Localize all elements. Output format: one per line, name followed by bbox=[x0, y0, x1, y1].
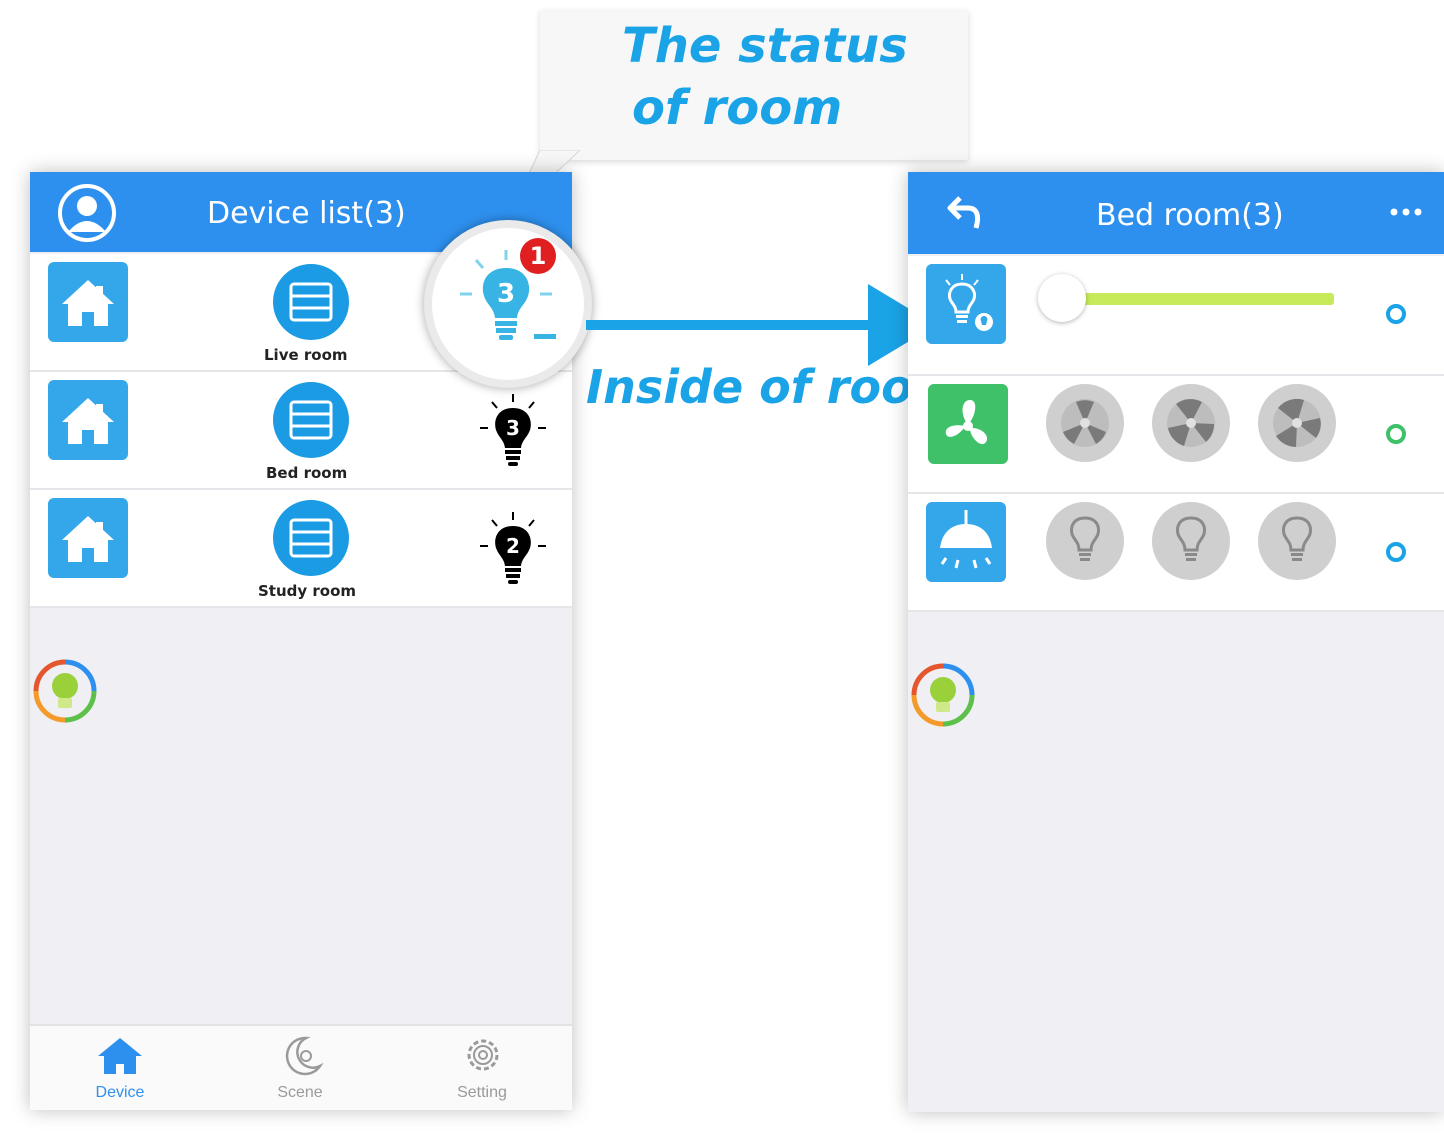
bulb-button[interactable] bbox=[1258, 502, 1336, 580]
tab-scene[interactable]: Scene bbox=[250, 1030, 350, 1110]
slider-track bbox=[1058, 293, 1334, 305]
fan-speed-1-icon bbox=[1061, 399, 1109, 447]
more-button[interactable] bbox=[1388, 202, 1424, 227]
more-icon bbox=[1390, 208, 1422, 216]
tab-bar: Device Scene Setting bbox=[30, 1024, 572, 1110]
fan-icon bbox=[928, 384, 1008, 464]
room-name: Bed room bbox=[266, 464, 348, 482]
device-row-dimmer bbox=[908, 256, 1444, 376]
magnified-status: 3 1 bbox=[424, 220, 592, 388]
home-icon bbox=[48, 262, 128, 342]
status-indicator bbox=[1386, 424, 1406, 444]
room-header: Bed room(3) bbox=[908, 172, 1444, 254]
lit-bulb-icon: 3 bbox=[460, 250, 556, 340]
home-icon bbox=[48, 498, 128, 578]
brightness-slider[interactable] bbox=[1038, 274, 1338, 324]
device-row-ceiling-light bbox=[908, 494, 1444, 612]
slider-thumb[interactable] bbox=[1038, 274, 1086, 322]
tab-setting[interactable]: Setting bbox=[432, 1030, 532, 1110]
floating-bulb-button[interactable] bbox=[32, 658, 98, 729]
bulb-count: 2 bbox=[506, 534, 520, 558]
page-title: Device list(3) bbox=[207, 196, 406, 231]
room-detail-screen: Bed room(3) bbox=[908, 172, 1444, 1112]
profile-avatar[interactable] bbox=[56, 182, 118, 249]
gear-icon bbox=[467, 1039, 499, 1071]
ceiling-lamp-icon bbox=[926, 502, 1006, 582]
home-icon bbox=[48, 380, 128, 460]
bulb-button[interactable] bbox=[1152, 502, 1230, 580]
device-row-fan bbox=[908, 376, 1444, 494]
page-title: Bed room(3) bbox=[1096, 198, 1284, 233]
bulb-button[interactable] bbox=[1046, 502, 1124, 580]
tab-label: Device bbox=[95, 1084, 145, 1101]
bulb-status-icon[interactable]: 3 bbox=[478, 392, 548, 477]
bulb-icon bbox=[1282, 516, 1312, 561]
fan-speed-1-button[interactable] bbox=[1046, 384, 1124, 462]
arrow-label: Inside of room bbox=[586, 360, 961, 414]
fan-speed-2-icon bbox=[1167, 399, 1215, 447]
status-indicator bbox=[1386, 542, 1406, 562]
floating-bulb-icon bbox=[33, 659, 97, 723]
notification-badge: 1 bbox=[520, 238, 556, 274]
room-row[interactable]: Bed room 3 bbox=[30, 372, 572, 490]
tab-label: Setting bbox=[457, 1084, 507, 1101]
room-device-icon bbox=[273, 264, 349, 340]
bulb-count: 3 bbox=[506, 416, 520, 440]
status-indicator bbox=[1386, 304, 1406, 324]
room-name: Study room bbox=[258, 582, 357, 600]
room-device-icon bbox=[273, 500, 349, 576]
floating-bulb-icon bbox=[911, 663, 975, 727]
room-name: Live room bbox=[264, 346, 348, 364]
bulb-icon bbox=[1176, 516, 1206, 561]
fan-speed-2-button[interactable] bbox=[1152, 384, 1230, 462]
callout-line-2: of room bbox=[632, 80, 843, 136]
floating-bulb-button[interactable] bbox=[910, 662, 976, 733]
moon-icon bbox=[285, 1036, 324, 1076]
callout-box: The status of room bbox=[540, 10, 968, 160]
callout-line-1: The status bbox=[622, 18, 908, 74]
fan-speed-3-button[interactable] bbox=[1258, 384, 1336, 462]
bulb-status-icon[interactable]: 2 bbox=[478, 510, 548, 595]
back-arrow-icon bbox=[947, 196, 981, 229]
room-device-icon bbox=[273, 382, 349, 458]
dimmer-bulb-icon bbox=[926, 264, 1006, 344]
tab-label: Scene bbox=[277, 1084, 323, 1101]
fan-speed-3-icon bbox=[1273, 398, 1321, 447]
bulb-icon bbox=[1070, 516, 1100, 561]
bulb-count: 3 bbox=[497, 279, 515, 309]
room-row[interactable]: Study room 2 bbox=[30, 490, 572, 608]
home-icon bbox=[98, 1038, 142, 1074]
user-icon bbox=[58, 184, 116, 242]
tab-device[interactable]: Device bbox=[70, 1030, 170, 1110]
back-button[interactable] bbox=[946, 192, 986, 237]
